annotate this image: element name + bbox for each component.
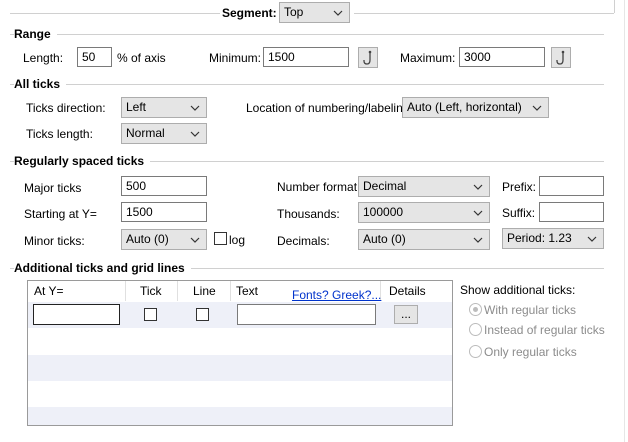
chevron-down-icon [587,236,597,242]
at-y-input[interactable] [33,304,120,325]
maximum-input[interactable]: 3000 [459,47,545,67]
radio-only-regular-ticks[interactable] [469,345,482,358]
period-select[interactable]: Period: 1.23 [502,228,604,249]
fonts-greek-link[interactable]: Fonts? Greek?... [292,288,381,302]
grid-stripe-row [28,407,452,425]
log-label: log [229,233,246,247]
text-input[interactable] [237,304,376,325]
suffix-input[interactable] [539,202,604,222]
chevron-down-icon [190,237,200,243]
number-format-select[interactable]: Decimal [358,176,490,197]
minimum-label: Minimum: [209,51,262,65]
location-numbering-label: Location of numbering/labeling: [246,101,413,115]
decimals-value: Auto (0) [363,232,406,246]
maximum-label: Maximum: [400,51,456,65]
segment-select[interactable]: Top [279,2,350,23]
log-checkbox[interactable] [214,232,227,245]
chevron-down-icon [473,237,483,243]
length-unit-label: % of axis [117,51,166,65]
radio-only-regular-ticks-label: Only regular ticks [484,345,577,359]
all-ticks-section-title: All ticks [14,77,67,91]
ticks-length-label: Ticks length: [26,127,93,141]
hook-icon [363,50,372,65]
thousands-select[interactable]: 100000 [358,202,490,223]
minimum-hook-button[interactable] [358,47,378,68]
ticks-length-value: Normal [126,126,165,140]
column-at-y: At Y= [34,284,64,298]
grid-stripe-row [28,355,452,381]
regular-ticks-section-title: Regularly spaced ticks [14,154,151,168]
major-ticks-input[interactable]: 500 [121,176,207,196]
number-format-value: Decimal [363,179,407,193]
hook-icon [556,50,565,65]
details-button[interactable]: ... [394,305,418,324]
minor-ticks-value: Auto (0) [126,232,169,246]
line-checkbox[interactable] [196,308,209,321]
ticks-length-select[interactable]: Normal [121,123,207,144]
thousands-value: 100000 [363,205,404,219]
radio-instead-of-regular-ticks-label: Instead of regular ticks [484,323,605,337]
length-label: Length: [23,51,64,65]
suffix-label: Suffix: [502,206,536,220]
location-numbering-value: Auto (Left, horizontal) [407,100,522,114]
column-tick: Tick [140,284,162,298]
chevron-down-icon [190,131,200,137]
radio-with-regular-ticks[interactable] [469,303,482,316]
minimum-input[interactable]: 1500 [263,47,349,67]
major-ticks-label: Major ticks [24,181,82,195]
column-line: Line [193,284,216,298]
minor-ticks-select[interactable]: Auto (0) [121,229,207,250]
minor-ticks-label: Minor ticks: [24,234,85,248]
ticks-direction-select[interactable]: Left [121,97,207,118]
ticks-direction-value: Left [126,100,147,114]
column-details: Details [389,284,426,298]
tick-checkbox[interactable] [144,308,157,321]
thousands-label: Thousands: [277,207,340,221]
column-text: Text [236,284,259,298]
chevron-down-icon [473,184,483,190]
number-format-label: Number format: [277,180,361,194]
additional-ticks-section-title: Additional ticks and grid lines [14,261,191,275]
period-value: Period: 1.23 [507,231,572,245]
maximum-hook-button[interactable] [551,47,571,68]
show-additional-ticks-label: Show additional ticks: [460,283,576,297]
starting-at-label: Starting at Y= [24,207,97,221]
decimals-select[interactable]: Auto (0) [358,229,490,250]
chevron-down-icon [333,10,343,16]
length-input[interactable]: 50 [77,47,112,67]
chevron-down-icon [190,105,200,111]
ticks-direction-label: Ticks direction: [26,101,106,115]
radio-instead-of-regular-ticks[interactable] [469,323,482,336]
starting-at-input[interactable]: 1500 [121,202,207,222]
segment-select-value: Top [284,5,304,19]
range-section-title: Range [14,27,57,41]
segment-label: Segment: [222,6,277,20]
location-numbering-select[interactable]: Auto (Left, horizontal) [402,97,549,118]
radio-with-regular-ticks-label: With regular ticks [484,303,577,317]
prefix-input[interactable] [539,176,604,196]
prefix-label: Prefix: [502,180,537,194]
chevron-down-icon [532,105,542,111]
chevron-down-icon [473,210,483,216]
decimals-label: Decimals: [277,234,330,248]
